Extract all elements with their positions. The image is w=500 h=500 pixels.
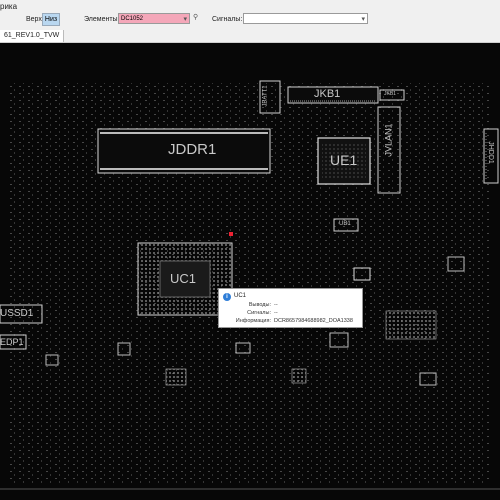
side-label: Верх [26,16,42,23]
tooltip-row-value: -- [274,302,278,308]
toolbar: рика Верх Низ Элементы: DC1052 ▾ ⚲ Сигна… [0,0,500,31]
window-title: рика [0,2,18,11]
label-jkb-small: JKB1 [384,91,396,97]
label-jvlan1: JVLAN1 [383,123,394,157]
label-jkb1: JKB1 [314,88,341,100]
tooltip-row: Информация: DCR8657984688982_DOA1338 [219,318,362,326]
tab-bar: 61_REV1.0_TVW [0,30,500,43]
chevron-down-icon: ▾ [361,16,365,23]
tooltip-title: UC1 [234,293,247,299]
chevron-down-icon: ▾ [183,16,187,23]
pin-icon[interactable]: ⚲ [193,14,201,22]
signals-label: Сигналы: [212,16,243,23]
tooltip-row-label: Выводы: [248,302,271,308]
board-view[interactable]: JDDR1 UC1 UE1 JKB1 JVLAN1 USSD1 EDP1 UB1… [0,43,500,500]
info-icon: i [223,293,231,301]
label-ue1: UE1 [330,152,358,168]
component-tooltip: i UC1 Выводы: -- Сигналы: -- Информация:… [218,288,363,328]
tab-board-file[interactable]: 61_REV1.0_TVW [0,30,65,42]
signals-combobox[interactable]: ▾ [243,13,368,24]
tooltip-row: Выводы: -- [219,302,362,310]
tooltip-row: Сигналы: -- [219,310,362,318]
tooltip-row-label: Сигналы: [247,310,271,316]
tooltip-row-value: -- [274,310,278,316]
ic-bga-right [385,310,437,340]
label-edp1: EDP1 [0,337,24,347]
label-ussd1: USSD1 [0,308,34,319]
side-bottom-button[interactable]: Низ [42,13,60,26]
uc1-pin1-marker [229,232,233,236]
elements-label: Элементы: [84,16,120,23]
tooltip-row-label: Информация: [235,318,271,324]
label-jddr1: JDDR1 [168,141,217,158]
label-jbatt1: JBATT1 [262,85,269,107]
elements-combobox[interactable]: DC1052 ▾ [118,13,190,24]
label-jhdd1: JHDD1 [486,141,494,164]
pcb-layout [0,80,500,490]
tooltip-row-value: DCR8657984688982_DOA1338 [274,318,353,324]
label-uc1: UC1 [170,271,197,286]
label-ub1: UB1 [339,221,351,227]
elements-value: DC1052 [121,16,144,22]
